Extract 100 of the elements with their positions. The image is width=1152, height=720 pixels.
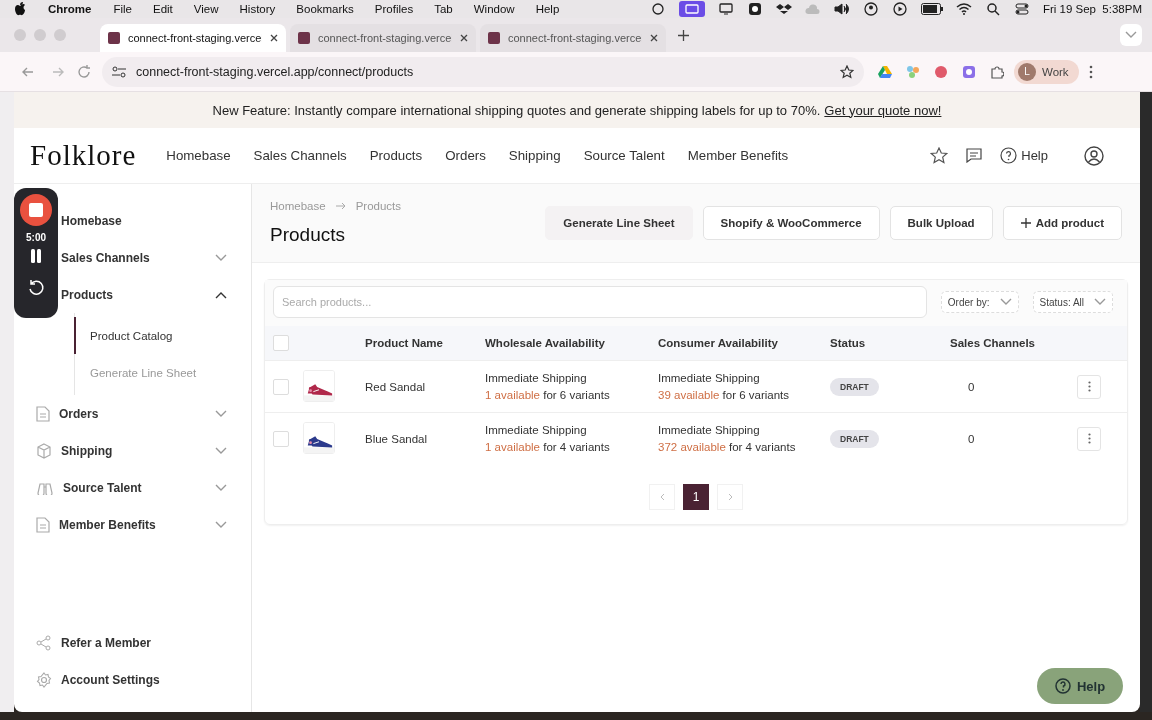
- display-icon[interactable]: [717, 2, 734, 16]
- availability-count: 1 available for 6 variants: [485, 387, 611, 403]
- sidebar-item[interactable]: Refer a Member: [36, 624, 227, 661]
- search-icon[interactable]: [984, 2, 1001, 16]
- sidebar-item[interactable]: Homebase: [61, 202, 227, 239]
- puzzle-icon[interactable]: [990, 64, 1004, 79]
- chevron-down-icon: [215, 520, 227, 529]
- product-name[interactable]: Blue Sandal: [365, 432, 485, 445]
- app-menu[interactable]: Chrome: [48, 3, 92, 15]
- menu-item[interactable]: Edit: [153, 3, 173, 15]
- menu-item[interactable]: Profiles: [374, 3, 414, 15]
- action-button[interactable]: Shopify & WooCommerce: [702, 206, 880, 240]
- stop-button[interactable]: [20, 194, 52, 226]
- help-button[interactable]: Help: [1037, 668, 1123, 704]
- site-settings-icon[interactable]: [112, 65, 126, 78]
- extension-icon[interactable]: [962, 64, 976, 79]
- logo[interactable]: Folklore: [30, 139, 137, 172]
- chevron-down-icon: [215, 446, 227, 455]
- sidebar-item[interactable]: Sales Channels: [61, 239, 227, 276]
- nav-link[interactable]: Sales Channels: [253, 148, 347, 163]
- nav-link[interactable]: Shipping: [508, 148, 561, 163]
- wifi-icon[interactable]: [955, 2, 972, 16]
- nav-link[interactable]: Member Benefits: [687, 148, 789, 163]
- menubar-clock[interactable]: Fri 19 Sep 5:38PM: [1042, 3, 1142, 15]
- sidebar-item[interactable]: Member Benefits: [36, 506, 227, 543]
- sidebar-item[interactable]: Products: [61, 276, 227, 313]
- restart-icon[interactable]: [27, 279, 45, 297]
- search-field[interactable]: Search products...: [273, 286, 927, 318]
- checkbox[interactable]: [273, 335, 289, 351]
- screen-record-icon[interactable]: [678, 1, 705, 17]
- sidebar-subitem[interactable]: Product Catalog: [74, 317, 227, 354]
- profile-button[interactable]: L Work: [1014, 59, 1079, 84]
- page-button[interactable]: 1: [683, 484, 709, 510]
- action-button[interactable]: Generate Line Sheet: [545, 206, 693, 240]
- document-icon: [36, 516, 50, 533]
- record-icon[interactable]: [746, 2, 763, 16]
- help-link[interactable]: Help: [1021, 148, 1048, 163]
- battery-icon[interactable]: [920, 3, 943, 15]
- sidebar-item[interactable]: Shipping: [36, 432, 227, 469]
- more-icon[interactable]: [1088, 64, 1093, 79]
- nav-link[interactable]: Products: [369, 148, 423, 163]
- favicon: [488, 32, 500, 44]
- account-icon[interactable]: [1084, 145, 1104, 166]
- chat-icon[interactable]: [966, 148, 983, 163]
- status-dropdown[interactable]: Status: All: [1032, 291, 1113, 313]
- cube-icon: [36, 442, 52, 459]
- nav-link[interactable]: Source Talent: [583, 148, 665, 163]
- banner-link[interactable]: Get your quote now!: [824, 102, 942, 118]
- play-icon[interactable]: [891, 2, 908, 16]
- favicon: [108, 32, 120, 44]
- favicon: [298, 32, 310, 44]
- address-bar[interactable]: connect-front-staging.vercel.app/connect/products: [102, 56, 864, 87]
- banner-text: New Feature: Instantly compare international shipping quotes and generate shipping labels for up to 70%.: [212, 102, 821, 118]
- column-header: Product Name: [365, 337, 444, 349]
- menu-item[interactable]: Window: [473, 3, 515, 15]
- apple-icon[interactable]: [14, 2, 26, 16]
- availability-count: 1 available for 4 variants: [485, 439, 611, 455]
- action-button[interactable]: Bulk Upload: [889, 206, 993, 240]
- checkbox[interactable]: [273, 430, 289, 447]
- arrow-right-icon: [335, 202, 346, 210]
- sidebar-item[interactable]: Account Settings: [36, 661, 227, 698]
- availability-count: 39 available for 6 variants: [658, 387, 791, 403]
- nav-link[interactable]: Homebase: [166, 148, 231, 163]
- plus-icon: [1020, 218, 1031, 228]
- help-icon[interactable]: [1000, 147, 1018, 164]
- menu-item[interactable]: View: [193, 3, 219, 15]
- menu-item[interactable]: Help: [535, 3, 560, 15]
- chevron-right-icon: [727, 493, 733, 501]
- menu-item[interactable]: Tab: [434, 3, 453, 15]
- sidebar-item[interactable]: Source Talent: [36, 469, 227, 506]
- more-icon: [1087, 381, 1091, 392]
- control-center-icon[interactable]: [1013, 2, 1030, 16]
- volume-icon[interactable]: [833, 2, 850, 16]
- menu-item[interactable]: History: [239, 3, 276, 15]
- new-tab-icon[interactable]: [678, 29, 689, 41]
- product-name[interactable]: Red Sandal: [365, 380, 485, 393]
- menu-item[interactable]: File: [113, 3, 132, 15]
- sidebar-item[interactable]: Orders: [36, 395, 227, 432]
- close-icon[interactable]: [460, 34, 468, 42]
- close-icon[interactable]: [270, 34, 278, 42]
- column-header: Wholesale Availability: [485, 337, 606, 349]
- availability-text: Immediate Shipping: [485, 370, 588, 386]
- column-header: Consumer Availability: [658, 337, 779, 349]
- star-icon[interactable]: [930, 146, 949, 165]
- order-by-dropdown[interactable]: Order by:: [940, 291, 1019, 313]
- extension-icon[interactable]: [934, 64, 948, 79]
- page-title: Products: [270, 224, 346, 246]
- chevron-down-icon: [215, 409, 227, 418]
- document-icon: [36, 405, 50, 422]
- star-icon[interactable]: [840, 64, 854, 79]
- checkbox[interactable]: [273, 378, 289, 395]
- add-product-button[interactable]: Add product: [1002, 206, 1122, 240]
- pause-icon[interactable]: [30, 249, 42, 263]
- availability-text: Immediate Shipping: [485, 422, 588, 438]
- reload-icon[interactable]: [76, 63, 92, 80]
- menu-item[interactable]: Bookmarks: [296, 3, 354, 15]
- nav-link[interactable]: Orders: [445, 148, 486, 163]
- close-icon[interactable]: [650, 34, 658, 42]
- settings-icon: [36, 671, 52, 688]
- availability-text: Immediate Shipping: [658, 422, 761, 438]
